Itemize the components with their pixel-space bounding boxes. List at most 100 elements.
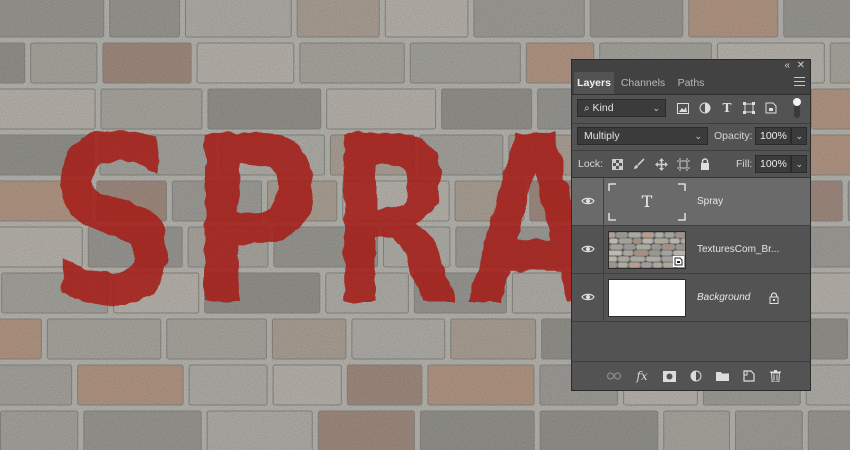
brick bbox=[629, 256, 646, 262]
brick bbox=[617, 256, 630, 262]
brick bbox=[672, 250, 685, 256]
brick bbox=[641, 232, 655, 238]
brick bbox=[660, 250, 673, 256]
fill-input[interactable]: 100% bbox=[755, 155, 791, 173]
brick bbox=[674, 232, 685, 238]
brick bbox=[622, 250, 634, 256]
divider bbox=[603, 274, 604, 322]
fill-slider-toggle[interactable]: ⌄ bbox=[791, 155, 807, 173]
brick bbox=[609, 262, 618, 268]
brick bbox=[653, 238, 670, 244]
opacity-label: Opacity: bbox=[714, 130, 753, 142]
chevron-down-icon: ⌄ bbox=[795, 159, 803, 169]
image-filter-icon[interactable] bbox=[676, 101, 690, 115]
layer-thumbnail: T bbox=[608, 183, 686, 221]
filter-kind-label: Kind bbox=[592, 102, 614, 114]
tab-layers[interactable]: Layers bbox=[574, 72, 614, 94]
chevron-down-icon: ⌄ bbox=[694, 131, 702, 141]
shape-filter-icon[interactable] bbox=[742, 101, 756, 115]
brick bbox=[609, 238, 619, 244]
tab-channels[interactable]: Channels bbox=[618, 72, 668, 94]
filter-kind-dropdown[interactable]: ⌕ Kind ⌄ bbox=[577, 99, 666, 117]
type-icon: T bbox=[641, 192, 653, 211]
layer-name: Spray bbox=[697, 196, 724, 207]
smart-object-badge-icon bbox=[673, 256, 684, 267]
brick bbox=[623, 244, 636, 250]
delete-layer-trash-icon[interactable] bbox=[768, 369, 782, 383]
brick bbox=[680, 238, 685, 244]
brick bbox=[651, 244, 662, 250]
layer-texture[interactable]: TexturesCom_Br... bbox=[572, 226, 810, 274]
opacity-slider-toggle[interactable]: ⌄ bbox=[791, 127, 807, 145]
blend-row: Multiply ⌄ Opacity: 100% ⌄ bbox=[572, 124, 810, 150]
layer-thumbnail bbox=[608, 231, 686, 269]
brick bbox=[618, 238, 633, 244]
brick bbox=[645, 256, 662, 262]
brick bbox=[635, 244, 652, 250]
lock-position-icon[interactable] bbox=[654, 157, 668, 171]
lock-label: Lock: bbox=[578, 158, 604, 170]
lock-artboard-icon[interactable] bbox=[676, 157, 690, 171]
collapse-icon[interactable]: « bbox=[784, 60, 790, 72]
link-layers-icon[interactable] bbox=[607, 369, 621, 383]
fx-effects-icon[interactable]: fx bbox=[635, 369, 649, 383]
opacity-input[interactable]: 100% bbox=[755, 127, 791, 145]
search-icon: ⌕ bbox=[584, 103, 590, 114]
blend-mode-dropdown[interactable]: Multiply ⌄ bbox=[577, 127, 708, 145]
layers-list: T Spray TexturesCom_Br... Background bbox=[572, 178, 810, 323]
adjustment-layer-icon[interactable] bbox=[689, 369, 703, 383]
lock-image-pixels-icon[interactable] bbox=[632, 157, 646, 171]
brick bbox=[609, 244, 624, 250]
divider bbox=[603, 226, 604, 274]
lock-transparent-pixels-icon[interactable] bbox=[610, 157, 624, 171]
brick bbox=[675, 244, 685, 250]
chevron-down-icon: ⌄ bbox=[652, 103, 660, 113]
brick bbox=[654, 232, 665, 238]
brick bbox=[664, 232, 675, 238]
filter-toggle-switch[interactable] bbox=[792, 97, 802, 119]
add-mask-icon[interactable] bbox=[662, 369, 676, 383]
visibility-eye-icon[interactable] bbox=[581, 242, 595, 256]
lock-icon bbox=[769, 292, 779, 304]
new-layer-icon[interactable] bbox=[742, 369, 756, 383]
brick bbox=[609, 250, 623, 256]
smart-object-filter-icon[interactable] bbox=[764, 101, 778, 115]
brick bbox=[641, 238, 654, 244]
filter-row: ⌕ Kind ⌄ T bbox=[572, 95, 810, 123]
brick bbox=[627, 232, 642, 238]
layer-background[interactable]: Background bbox=[572, 274, 810, 322]
brick bbox=[609, 256, 618, 262]
layer-thumbnail bbox=[608, 279, 686, 317]
brick bbox=[661, 244, 676, 250]
layer-spray[interactable]: T Spray bbox=[572, 178, 810, 226]
blend-mode-value: Multiply bbox=[584, 130, 620, 142]
visibility-eye-icon[interactable] bbox=[581, 290, 595, 304]
brick bbox=[640, 262, 653, 268]
brick bbox=[615, 232, 628, 238]
layers-panel: « ✕ Layers Channels Paths ⌕ Kind ⌄ T Mul… bbox=[571, 59, 811, 391]
close-icon[interactable]: ✕ bbox=[797, 60, 805, 72]
brick bbox=[633, 250, 649, 256]
brick bbox=[648, 250, 661, 256]
brick bbox=[628, 262, 641, 268]
panel-bottom-toolbar: fx bbox=[572, 361, 810, 390]
panel-titlebar[interactable]: « ✕ bbox=[572, 60, 810, 72]
chevron-down-icon: ⌄ bbox=[795, 131, 803, 141]
brick bbox=[652, 262, 663, 268]
layer-name: TexturesCom_Br... bbox=[697, 244, 780, 255]
tab-paths[interactable]: Paths bbox=[674, 72, 708, 94]
brick bbox=[617, 262, 629, 268]
panel-menu-icon[interactable] bbox=[794, 77, 805, 86]
lock-all-icon[interactable] bbox=[698, 157, 712, 171]
brick bbox=[609, 232, 616, 238]
fill-label: Fill: bbox=[736, 158, 753, 170]
brick bbox=[669, 238, 681, 244]
type-filter-icon[interactable]: T bbox=[720, 101, 734, 115]
adjustment-filter-icon[interactable] bbox=[698, 101, 712, 115]
visibility-eye-icon[interactable] bbox=[581, 194, 595, 208]
divider bbox=[603, 178, 604, 226]
brick bbox=[632, 238, 642, 244]
layer-name: Background bbox=[697, 292, 751, 303]
panel-tabs: Layers Channels Paths bbox=[572, 72, 810, 95]
new-group-folder-icon[interactable] bbox=[715, 369, 729, 383]
